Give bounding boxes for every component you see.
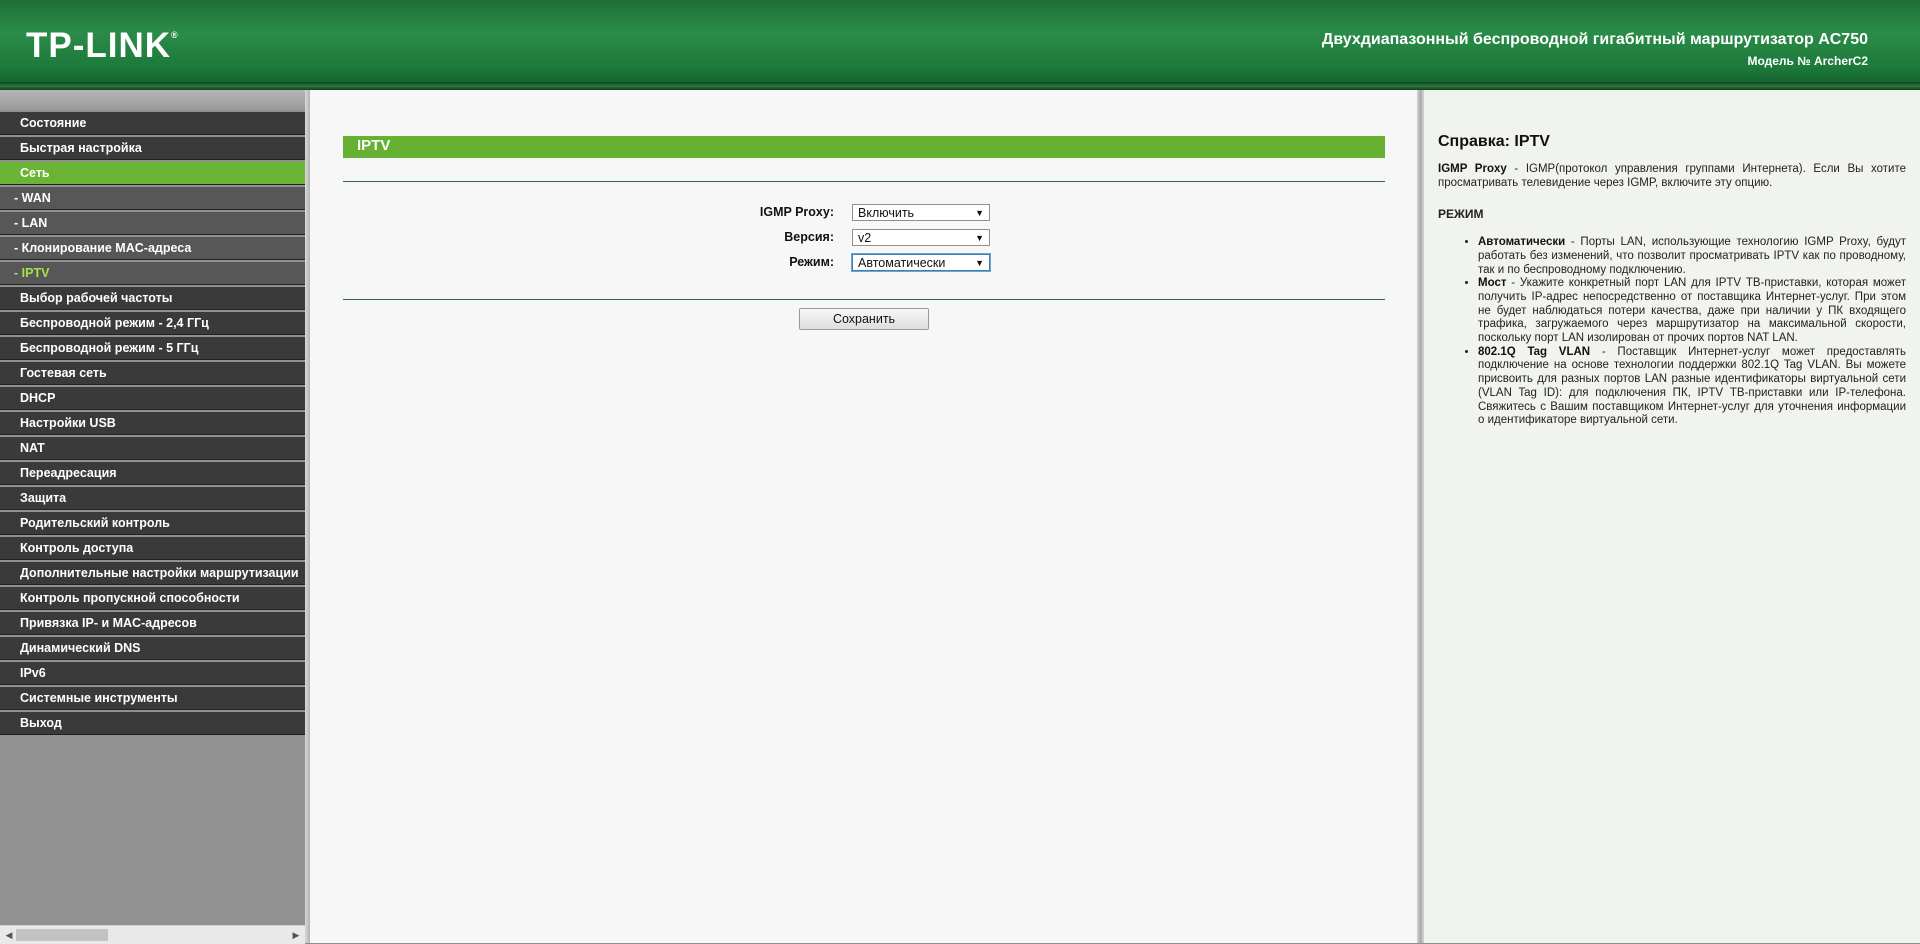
main-content: IPTV IGMP Proxy: Включить ▼ Версия: v2 ▼…: [310, 90, 1417, 943]
arrow-right-icon[interactable]: ▶: [289, 926, 303, 944]
version-label: Версия:: [784, 230, 834, 244]
product-title: Двухдиапазонный беспроводной гигабитный …: [1321, 31, 1868, 48]
sidebar-item-network[interactable]: Сеть: [0, 162, 305, 185]
sidebar-item-system-tools[interactable]: Системные инструменты: [0, 687, 305, 710]
chevron-down-icon: ▼: [975, 208, 984, 218]
sidebar-top-bar: [0, 90, 305, 110]
sidebar-item-quick-setup[interactable]: Быстрая настройка: [0, 137, 305, 160]
sidebar-menu: Состояние Быстрая настройка Сеть - WAN -…: [0, 112, 305, 737]
help-text: - Укажите конкретный порт LAN для IPTV Т…: [1478, 277, 1906, 345]
page-title-bar: IPTV: [343, 136, 1385, 158]
help-igmp-text: - IGMP(протокол управления группами Инте…: [1438, 163, 1906, 189]
igmp-proxy-label: IGMP Proxy:: [759, 205, 834, 219]
sidebar-item-advanced-routing[interactable]: Дополнительные настройки маршрутизации: [0, 562, 305, 585]
help-mode-list: Автоматически - Порты LAN, использующие …: [1438, 236, 1906, 428]
tp-link-logo: TP-LINK®: [26, 26, 179, 65]
sidebar-item-access-control[interactable]: Контроль доступа: [0, 537, 305, 560]
content-separator: [1417, 90, 1424, 943]
sidebar-item-guest-network[interactable]: Гостевая сеть: [0, 362, 305, 385]
help-title: Справка: IPTV: [1438, 133, 1550, 150]
help-body: IGMP Proxy - IGMP(протокол управления гр…: [1438, 163, 1906, 428]
help-mode-item-bridge: Мост - Укажите конкретный порт LAN для I…: [1478, 277, 1906, 346]
sidebar-item-ip-mac-binding[interactable]: Привязка IP- и MAC-адресов: [0, 612, 305, 635]
help-igmp-paragraph: IGMP Proxy - IGMP(протокол управления гр…: [1438, 163, 1906, 190]
scrollbar-thumb[interactable]: [16, 929, 108, 941]
sidebar-item-logout[interactable]: Выход: [0, 712, 305, 735]
sidebar-item-mac-clone[interactable]: - Клонирование MAC-адреса: [0, 237, 305, 260]
sidebar-item-forwarding[interactable]: Переадресация: [0, 462, 305, 485]
help-term: 802.1Q Tag VLAN: [1478, 345, 1591, 358]
help-term: Автоматически: [1478, 236, 1566, 249]
mode-select[interactable]: Автоматически ▼: [852, 254, 990, 271]
version-value: v2: [858, 231, 872, 245]
sidebar-item-iptv[interactable]: - IPTV: [0, 262, 305, 285]
help-igmp-term: IGMP Proxy: [1438, 163, 1507, 175]
sidebar-item-wan[interactable]: - WAN: [0, 187, 305, 210]
sidebar: Состояние Быстрая настройка Сеть - WAN -…: [0, 90, 305, 943]
help-mode-heading: РЕЖИМ: [1438, 207, 1484, 222]
mode-value: Автоматически: [858, 256, 946, 270]
sidebar-item-bandwidth-control[interactable]: Контроль пропускной способности: [0, 587, 305, 610]
sidebar-item-wireless-5[interactable]: Беспроводной режим - 5 ГГц: [0, 337, 305, 360]
igmp-proxy-select[interactable]: Включить ▼: [852, 204, 990, 221]
mode-label: Режим:: [789, 255, 834, 269]
help-mode-item-vlan: 802.1Q Tag VLAN - Поставщик Интернет-усл…: [1478, 346, 1906, 428]
sidebar-item-nat[interactable]: NAT: [0, 437, 305, 460]
top-divider: [343, 181, 1385, 182]
bottom-divider: [343, 299, 1385, 300]
model-number: Модель № ArcherC2: [1747, 54, 1868, 68]
arrow-left-icon[interactable]: ◀: [2, 926, 16, 944]
sidebar-item-ipv6[interactable]: IPv6: [0, 662, 305, 685]
header-divider: [0, 82, 1920, 90]
sidebar-item-band-select[interactable]: Выбор рабочей частоты: [0, 287, 305, 310]
sidebar-horizontal-scrollbar[interactable]: ◀ ▶: [0, 925, 305, 944]
chevron-down-icon: ▼: [975, 258, 984, 268]
version-select[interactable]: v2 ▼: [852, 229, 990, 246]
sidebar-item-security[interactable]: Защита: [0, 487, 305, 510]
sidebar-item-parental-control[interactable]: Родительский контроль: [0, 512, 305, 535]
sidebar-item-usb[interactable]: Настройки USB: [0, 412, 305, 435]
chevron-down-icon: ▼: [975, 233, 984, 243]
help-panel: Справка: IPTV IGMP Proxy - IGMP(протокол…: [1424, 90, 1920, 943]
save-button[interactable]: Сохранить: [799, 308, 929, 330]
igmp-proxy-value: Включить: [858, 206, 915, 220]
sidebar-item-lan[interactable]: - LAN: [0, 212, 305, 235]
sidebar-item-status[interactable]: Состояние: [0, 112, 305, 135]
sidebar-item-ddns[interactable]: Динамический DNS: [0, 637, 305, 660]
header: TP-LINK® Двухдиапазонный беспроводной ги…: [0, 0, 1920, 90]
sidebar-item-dhcp[interactable]: DHCP: [0, 387, 305, 410]
sidebar-item-wireless-24[interactable]: Беспроводной режим - 2,4 ГГц: [0, 312, 305, 335]
page-title: IPTV: [357, 137, 391, 154]
help-term: Мост: [1478, 277, 1507, 290]
help-mode-item-auto: Автоматически - Порты LAN, использующие …: [1478, 236, 1906, 277]
